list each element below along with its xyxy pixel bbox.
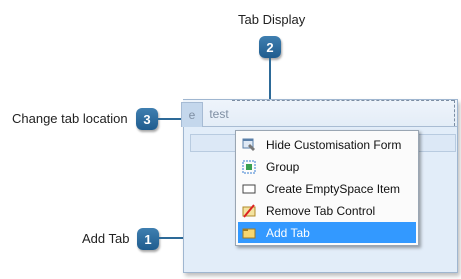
callout-badge-2: 2 (259, 36, 281, 58)
context-menu: Hide Customisation Form Group Create Emp… (235, 130, 419, 246)
add-tab-label: Add Tab (82, 231, 130, 246)
menu-item-hide-customisation-form[interactable]: Hide Customisation Form (238, 134, 416, 155)
tab-selected[interactable]: e (181, 102, 203, 127)
add-tab-icon (242, 226, 256, 240)
menu-item-label: Hide Customisation Form (266, 137, 402, 152)
remove-tab-icon (242, 203, 256, 218)
callout-badge-1: 1 (137, 228, 159, 250)
menu-item-label: Group (266, 159, 300, 174)
callout-line-2 (269, 58, 271, 100)
menu-item-label: Add Tab (266, 225, 310, 240)
menu-item-create-emptyspace-item[interactable]: Create EmptySpace Item (238, 178, 416, 199)
menu-item-group[interactable]: Group (238, 156, 416, 177)
tab-drop-indicator (232, 100, 454, 101)
change-tab-location-label: Change tab location (12, 111, 128, 126)
menu-item-label: Remove Tab Control (266, 203, 376, 218)
menu-item-add-tab[interactable]: Add Tab (238, 222, 416, 243)
tab-drop-indicator-edge (454, 100, 455, 126)
menu-item-remove-tab-control[interactable]: Remove Tab Control (238, 200, 416, 221)
menu-item-label: Create EmptySpace Item (266, 181, 401, 196)
group-icon (242, 160, 256, 174)
callout-badge-3: 3 (136, 108, 158, 130)
tab-display-label: Tab Display (238, 12, 306, 27)
customisation-form-icon (242, 138, 256, 152)
empty-space-icon (242, 182, 256, 196)
tab-test[interactable]: test (202, 102, 236, 126)
